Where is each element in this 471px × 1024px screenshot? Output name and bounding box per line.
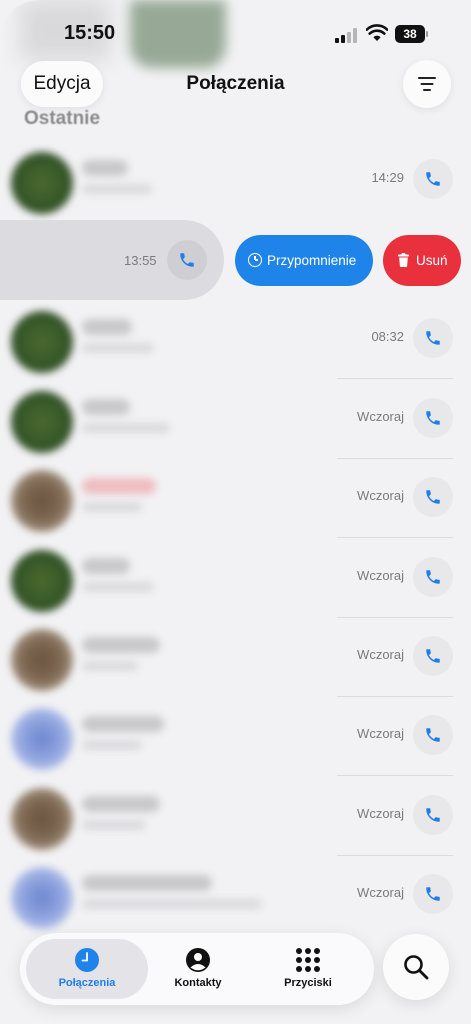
- contact-name-blurred: [82, 637, 160, 653]
- call-detail-blurred: [82, 899, 262, 909]
- tab-calls[interactable]: Połączenia: [32, 939, 142, 999]
- tab-label: Połączenia: [58, 977, 116, 989]
- contact-name-blurred: [82, 478, 156, 494]
- phone-icon: [426, 490, 440, 504]
- avatar: [11, 470, 73, 532]
- avatar: [11, 867, 73, 929]
- status-time: 15:50: [64, 22, 116, 44]
- filter-button[interactable]: [403, 60, 451, 108]
- call-time: 14:29: [371, 170, 404, 185]
- call-row[interactable]: Wczoraj: [0, 379, 471, 459]
- call-detail-blurred: [82, 423, 170, 433]
- call-detail-blurred: [82, 820, 146, 830]
- call-row[interactable]: Wczoraj: [0, 617, 471, 697]
- signal-icon: [335, 27, 359, 43]
- person-circle-icon: [186, 948, 210, 972]
- call-button[interactable]: [413, 557, 453, 597]
- phone-icon: [426, 808, 440, 822]
- status-bar: 15:50 38: [0, 0, 471, 68]
- avatar: [11, 391, 73, 453]
- call-button[interactable]: [413, 715, 453, 755]
- contact-name-blurred: [82, 319, 132, 335]
- call-button[interactable]: [413, 318, 453, 358]
- battery-icon: 38: [395, 25, 429, 43]
- call-detail-blurred: [82, 502, 142, 512]
- call-row[interactable]: Wczoraj: [0, 696, 471, 776]
- page-title: Połączenia: [186, 73, 285, 94]
- phone-icon: [426, 887, 440, 901]
- avatar: [11, 311, 73, 373]
- call-time: Wczoraj: [357, 409, 404, 424]
- section-title: Ostatnie: [24, 108, 101, 129]
- remind-button[interactable]: Przypomnienie: [235, 235, 373, 286]
- delete-button[interactable]: Usuń: [383, 235, 461, 286]
- search-icon: [404, 955, 429, 980]
- call-row[interactable]: 08:32: [0, 299, 471, 379]
- call-detail-blurred: [82, 184, 152, 194]
- call-row[interactable]: Wczoraj: [0, 538, 471, 618]
- avatar: [11, 629, 73, 691]
- call-detail-blurred: [82, 740, 142, 750]
- trash-icon: [398, 253, 409, 267]
- contact-name-blurred: [82, 875, 212, 891]
- tab-bar: Połączenia Kontakty Przyciski: [20, 933, 374, 1005]
- phone-icon: [426, 649, 440, 663]
- phone-icon: [426, 411, 440, 425]
- tab-keypad[interactable]: Przyciski: [253, 939, 363, 999]
- clock-icon: [75, 948, 99, 972]
- call-detail-blurred: [82, 582, 154, 592]
- call-button[interactable]: [413, 874, 453, 914]
- avatar: [11, 788, 73, 850]
- tab-label: Przyciski: [284, 977, 332, 989]
- call-row[interactable]: Wczoraj: [0, 458, 471, 538]
- call-button[interactable]: [167, 240, 207, 280]
- phone-screen: 15:50 38 Edycja Połączenia Ostatnie 14:2…: [0, 0, 471, 1024]
- filter-icon: [418, 77, 436, 79]
- call-button[interactable]: [413, 795, 453, 835]
- keypad-icon: [296, 948, 320, 972]
- avatar: [11, 708, 73, 770]
- swiped-call-card[interactable]: 13:55: [0, 220, 224, 300]
- battery-level: 38: [395, 25, 425, 43]
- wifi-icon: [366, 24, 388, 41]
- avatar: [11, 550, 73, 612]
- call-button[interactable]: [413, 636, 453, 676]
- call-button[interactable]: [413, 398, 453, 438]
- phone-icon: [426, 570, 440, 584]
- phone-icon: [426, 172, 440, 186]
- call-row[interactable]: Wczoraj: [0, 776, 471, 856]
- delete-label: Usuń: [416, 253, 448, 268]
- call-time: Wczoraj: [357, 647, 404, 662]
- call-button[interactable]: [413, 477, 453, 517]
- avatar: [11, 152, 73, 214]
- tab-label: Kontakty: [174, 977, 222, 989]
- contact-name-blurred: [82, 796, 160, 812]
- call-row[interactable]: 14:29: [0, 140, 471, 220]
- contact-name-blurred: [82, 160, 128, 176]
- contact-name-blurred: [82, 716, 164, 732]
- call-button[interactable]: [413, 159, 453, 199]
- call-time: Wczoraj: [357, 726, 404, 741]
- clock-icon: [248, 253, 262, 267]
- contact-name-blurred: [82, 558, 130, 574]
- call-row[interactable]: Wczoraj: [0, 855, 471, 935]
- call-row-swiped[interactable]: 13:55 Przypomnienie Usuń: [0, 220, 471, 300]
- call-time: Wczoraj: [357, 885, 404, 900]
- search-button[interactable]: [383, 934, 449, 1000]
- phone-icon: [180, 253, 194, 267]
- call-time: 13:55: [124, 253, 157, 268]
- remind-label: Przypomnienie: [267, 253, 357, 268]
- call-time: 08:32: [371, 329, 404, 344]
- call-detail-blurred: [82, 343, 154, 353]
- contact-name-blurred: [82, 399, 130, 415]
- phone-icon: [426, 728, 440, 742]
- tab-contacts[interactable]: Kontakty: [143, 939, 253, 999]
- call-time: Wczoraj: [357, 488, 404, 503]
- phone-icon: [426, 331, 440, 345]
- call-detail-blurred: [82, 661, 138, 671]
- call-time: Wczoraj: [357, 806, 404, 821]
- call-time: Wczoraj: [357, 568, 404, 583]
- background-app-blur: [130, 0, 226, 68]
